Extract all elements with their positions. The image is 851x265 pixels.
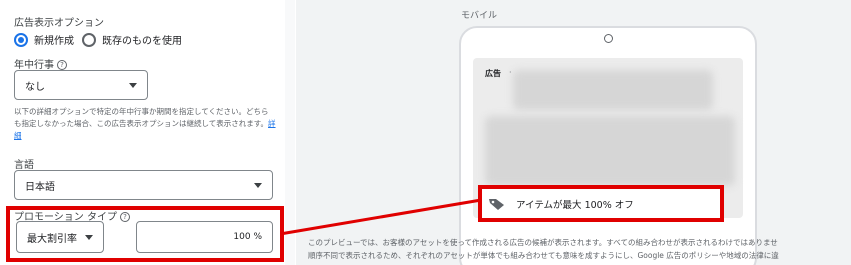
radio-existing[interactable] [82, 32, 96, 47]
display-options-label: 広告表示オプション [14, 18, 104, 29]
highlight-promo-preview [478, 185, 724, 222]
language-label: 言語 [14, 160, 34, 171]
mobile-phone-frame: 広告 · [459, 26, 757, 265]
occasion-select[interactable]: なし [14, 70, 148, 100]
occasion-label-row: 年中行事? [14, 56, 67, 71]
preview-note-line-2: 順序不同で表示されるため、それぞれのアセットが単体でも組み合わせても意味を成すよ… [308, 251, 779, 260]
occasion-help-text: 以下の詳細オプションで特定の年中行事か期間を指定してください。どちらも指定しなか… [14, 106, 276, 142]
device-label: モバイル [461, 11, 498, 21]
preview-note-line-1: このプレビューでは、お客様のアセットを使って作成される広告の候補が表示されます。… [308, 238, 778, 247]
highlight-promotion-fields [6, 206, 284, 262]
blurred-headline [513, 70, 713, 110]
chevron-down-icon [129, 83, 137, 88]
radio-existing-label[interactable]: 既存のものを使用 [102, 32, 182, 47]
radio-new[interactable] [14, 32, 28, 47]
chevron-down-icon [254, 183, 262, 188]
panel-divider [285, 0, 295, 265]
blurred-description [485, 116, 735, 186]
help-circle-icon[interactable]: ? [57, 60, 67, 70]
language-value: 日本語 [25, 181, 55, 193]
ad-separator: · [509, 68, 512, 77]
preview-disclaimer: このプレビューでは、お客様のアセットを使って作成される広告の候補が表示されます。… [308, 236, 851, 262]
radio-new-label[interactable]: 新規作成 [34, 32, 74, 47]
ad-badge: 広告 [485, 69, 501, 78]
language-select[interactable]: 日本語 [14, 170, 273, 200]
occasion-value: なし [25, 81, 45, 93]
help-text-body: 以下の詳細オプションで特定の年中行事か期間を指定してください。どちらも指定しなか… [14, 107, 269, 128]
display-option-radio-group: 新規作成 既存のものを使用 [14, 32, 190, 47]
camera-icon [604, 34, 613, 43]
